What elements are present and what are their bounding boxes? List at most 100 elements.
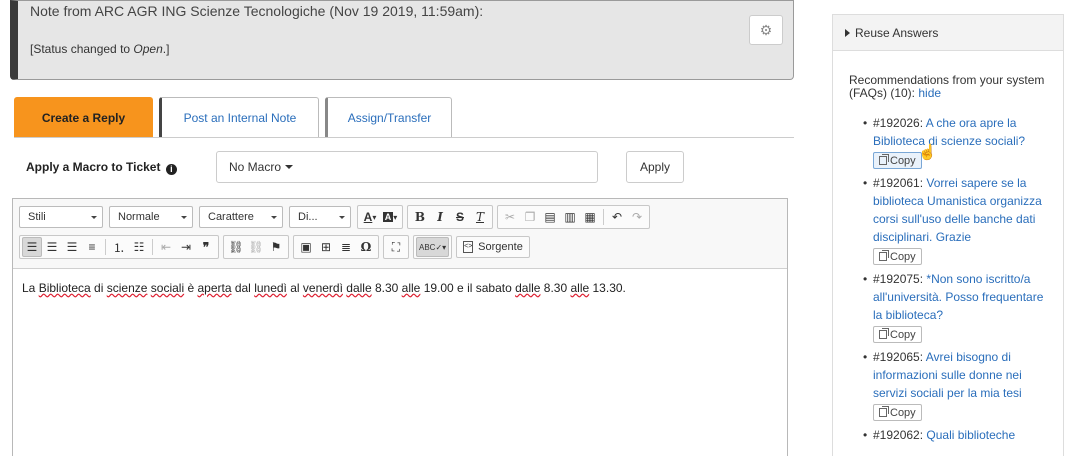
- outdent-button[interactable]: ⇤: [156, 237, 176, 257]
- copy-icon: [879, 406, 889, 417]
- outdent-icon: ⇤: [160, 240, 172, 254]
- spellcheck-icon: ABC✓▾: [419, 242, 447, 252]
- copy-faq-button[interactable]: Copy: [873, 404, 922, 421]
- unlink-button[interactable]: ⛓: [246, 237, 266, 257]
- flag-icon: ⚑: [270, 240, 282, 254]
- toolbar-row-1: Stili Normale Carattere Di... A ▾ A ▾ B I …: [19, 205, 654, 229]
- tab-create-reply[interactable]: Create a Reply: [14, 97, 153, 137]
- toolbar-row-2: ☰ ☰ ☰ ≡ ⒈ ☷ ⇤ ⇥ ❞ ⛓ ⛓ ⚑ ▣ ⊞ ≣ Ω ⛶ ABC✓▾ …: [19, 235, 530, 259]
- indent-button[interactable]: ⇥: [176, 237, 196, 257]
- maximize-button[interactable]: ⛶: [386, 237, 406, 257]
- copy-icon: [879, 328, 889, 339]
- insert-group: ▣ ⊞ ≣ Ω: [293, 235, 379, 259]
- link-button[interactable]: ⛓: [226, 237, 246, 257]
- size-combo[interactable]: Di...: [289, 206, 351, 228]
- recommendations-text: Recommendations from your system (FAQs) …: [849, 73, 1045, 100]
- redo-button[interactable]: ↷: [627, 207, 647, 227]
- blockquote-button[interactable]: ❞: [196, 237, 216, 257]
- styles-combo[interactable]: Stili: [19, 206, 103, 228]
- reply-editor: Stili Normale Carattere Di... A ▾ A ▾ B I …: [12, 198, 788, 456]
- note-status: [Status changed to Open.]: [30, 42, 170, 56]
- macro-select[interactable]: No Macro: [216, 151, 598, 183]
- maximize-group: ⛶: [383, 235, 409, 259]
- macro-label: Apply a Macro to Ticket i: [26, 160, 177, 175]
- align-justify-icon: ≡: [88, 240, 96, 254]
- text-color-button[interactable]: A ▾: [360, 207, 380, 227]
- cut-button[interactable]: ✂: [500, 207, 520, 227]
- reuse-answers-header[interactable]: Reuse Answers: [833, 15, 1063, 51]
- editor-toolbar: Stili Normale Carattere Di... A ▾ A ▾ B I …: [13, 199, 787, 269]
- paste-icon: ▤: [544, 210, 556, 224]
- chevron-down-icon: [339, 215, 345, 219]
- omega-icon: Ω: [360, 240, 372, 254]
- spellcheck-group: ABC✓▾: [413, 235, 453, 259]
- color-group: A ▾ A ▾: [357, 205, 403, 229]
- tab-divider: [14, 137, 794, 138]
- status-value: Open: [133, 42, 163, 56]
- copy-faq-button[interactable]: Copy: [873, 326, 922, 343]
- chevron-down-icon: [91, 215, 97, 219]
- remove-format-icon: T: [475, 210, 484, 224]
- source-button[interactable]: <> Sorgente: [456, 236, 530, 258]
- triangle-right-icon: [845, 28, 850, 37]
- align-right-button[interactable]: ☰: [62, 237, 82, 257]
- copy-button[interactable]: ❐: [520, 207, 540, 227]
- source-icon: <>: [463, 241, 474, 253]
- copy-icon: [879, 250, 889, 261]
- caret-down-icon: [285, 165, 294, 169]
- image-button[interactable]: ▣: [296, 237, 316, 257]
- paste-text-button[interactable]: ▥: [560, 207, 580, 227]
- info-icon[interactable]: i: [165, 164, 177, 175]
- text-color-icon: A: [363, 210, 373, 224]
- spellcheck-button[interactable]: ABC✓▾: [416, 237, 450, 257]
- hide-link[interactable]: hide: [918, 86, 941, 100]
- font-combo[interactable]: Carattere: [199, 206, 283, 228]
- table-icon: ⊞: [320, 240, 332, 254]
- tab-assign-transfer[interactable]: Assign/Transfer: [325, 97, 452, 137]
- paste-button[interactable]: ▤: [540, 207, 560, 227]
- table-button[interactable]: ⊞: [316, 237, 336, 257]
- reuse-answers-panel: Reuse Answers Recommendations from your …: [832, 14, 1064, 456]
- paste-word-icon: ▦: [584, 210, 596, 224]
- unlink-icon: ⛓: [248, 240, 264, 254]
- special-char-button[interactable]: Ω: [356, 237, 376, 257]
- hand-cursor-icon: ☝: [918, 144, 937, 161]
- align-justify-button[interactable]: ≡: [82, 237, 102, 257]
- tab-post-internal-note[interactable]: Post an Internal Note: [159, 97, 319, 137]
- bold-icon: B: [414, 210, 426, 224]
- horizontal-line-button[interactable]: ≣: [336, 237, 356, 257]
- note-settings-button[interactable]: ⚙: [749, 15, 783, 45]
- copy-faq-button[interactable]: Copy: [873, 248, 922, 265]
- apply-macro-button[interactable]: Apply: [626, 151, 684, 183]
- bulleted-list-button[interactable]: ☷: [129, 237, 149, 257]
- list-item: #192075: *Non sono iscritto/a all'univer…: [863, 270, 1049, 346]
- faq-link[interactable]: Quali biblioteche: [926, 428, 1015, 442]
- align-left-button[interactable]: ☰: [22, 237, 42, 257]
- list-item: #192061: Vorrei sapere se la biblioteca …: [863, 174, 1049, 268]
- bulleted-list-icon: ☷: [133, 240, 145, 254]
- scissors-icon: ✂: [504, 210, 516, 224]
- numbered-list-icon: ⒈: [112, 240, 125, 255]
- anchor-button[interactable]: ⚑: [266, 237, 286, 257]
- bold-button[interactable]: B: [410, 207, 430, 227]
- toolbar-separator: [152, 239, 153, 255]
- chevron-down-icon: [271, 215, 277, 219]
- image-icon: ▣: [300, 240, 312, 254]
- italic-button[interactable]: I: [430, 207, 450, 227]
- editor-content[interactable]: La Biblioteca di scienze sociali è apert…: [22, 281, 626, 295]
- background-color-button[interactable]: A ▾: [380, 207, 400, 227]
- remove-format-button[interactable]: T: [470, 207, 490, 227]
- undo-icon: ↶: [611, 210, 623, 224]
- align-center-button[interactable]: ☰: [42, 237, 62, 257]
- undo-button[interactable]: ↶: [607, 207, 627, 227]
- basic-style-group: B I S T: [407, 205, 493, 229]
- indent-icon: ⇥: [180, 240, 192, 254]
- paste-text-icon: ▥: [564, 210, 576, 224]
- copy-faq-button[interactable]: Copy: [873, 152, 922, 169]
- gear-icon: ⚙: [759, 21, 773, 38]
- horizontal-line-icon: ≣: [340, 240, 352, 254]
- strike-button[interactable]: S: [450, 207, 470, 227]
- format-combo[interactable]: Normale: [109, 206, 193, 228]
- numbered-list-button[interactable]: ⒈: [109, 237, 129, 257]
- paste-word-button[interactable]: ▦: [580, 207, 600, 227]
